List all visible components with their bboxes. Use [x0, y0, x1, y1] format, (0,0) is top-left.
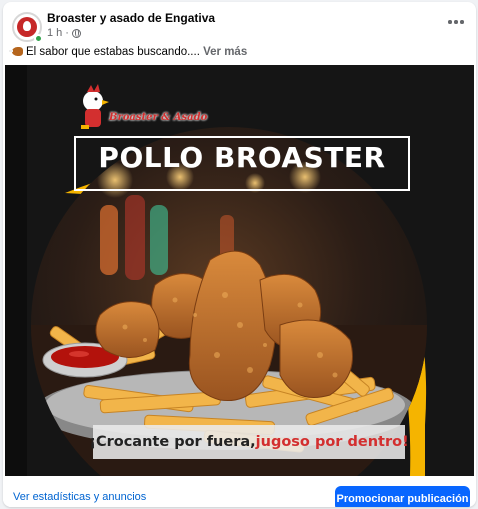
headline: POLLO BROASTER: [98, 141, 386, 174]
post-image[interactable]: Broaster & Asado POLLO BROASTER ¡Crocant…: [5, 65, 474, 476]
tagline-red: jugoso por dentro!: [255, 434, 409, 450]
post-card: Broaster y asado de Engativa 1 h · El sa…: [3, 2, 476, 507]
post-time[interactable]: 1 h: [47, 27, 62, 39]
more-options-button[interactable]: [446, 14, 466, 30]
tagline-white: ¡Crocante por fuera,: [89, 434, 256, 450]
caption-text: El sabor que estabas buscando....: [26, 46, 204, 58]
logo-text: Broaster & Asado: [109, 112, 208, 123]
see-more-link[interactable]: Ver más: [203, 46, 247, 58]
stats-link[interactable]: Ver estadísticas y anuncios: [13, 491, 146, 503]
globe-icon: [71, 28, 81, 38]
rooster-logo-icon: [17, 17, 37, 37]
chicken-leg-icon: [9, 47, 23, 56]
page-name[interactable]: Broaster y asado de Engativa: [47, 11, 215, 25]
online-status-icon: [34, 34, 43, 43]
meta-separator: ·: [65, 27, 69, 39]
post-footer: Ver estadísticas y anuncios Promocionar …: [3, 476, 476, 507]
post-meta: 1 h ·: [47, 27, 81, 39]
promo-graphic: [5, 65, 474, 476]
post-header: Broaster y asado de Engativa 1 h ·: [3, 2, 476, 43]
tagline-banner: ¡Crocante por fuera, jugoso por dentro!: [89, 425, 409, 459]
promote-button[interactable]: Promocionar publicación: [335, 486, 470, 507]
post-caption: El sabor que estabas buscando.... Ver má…: [9, 46, 247, 58]
